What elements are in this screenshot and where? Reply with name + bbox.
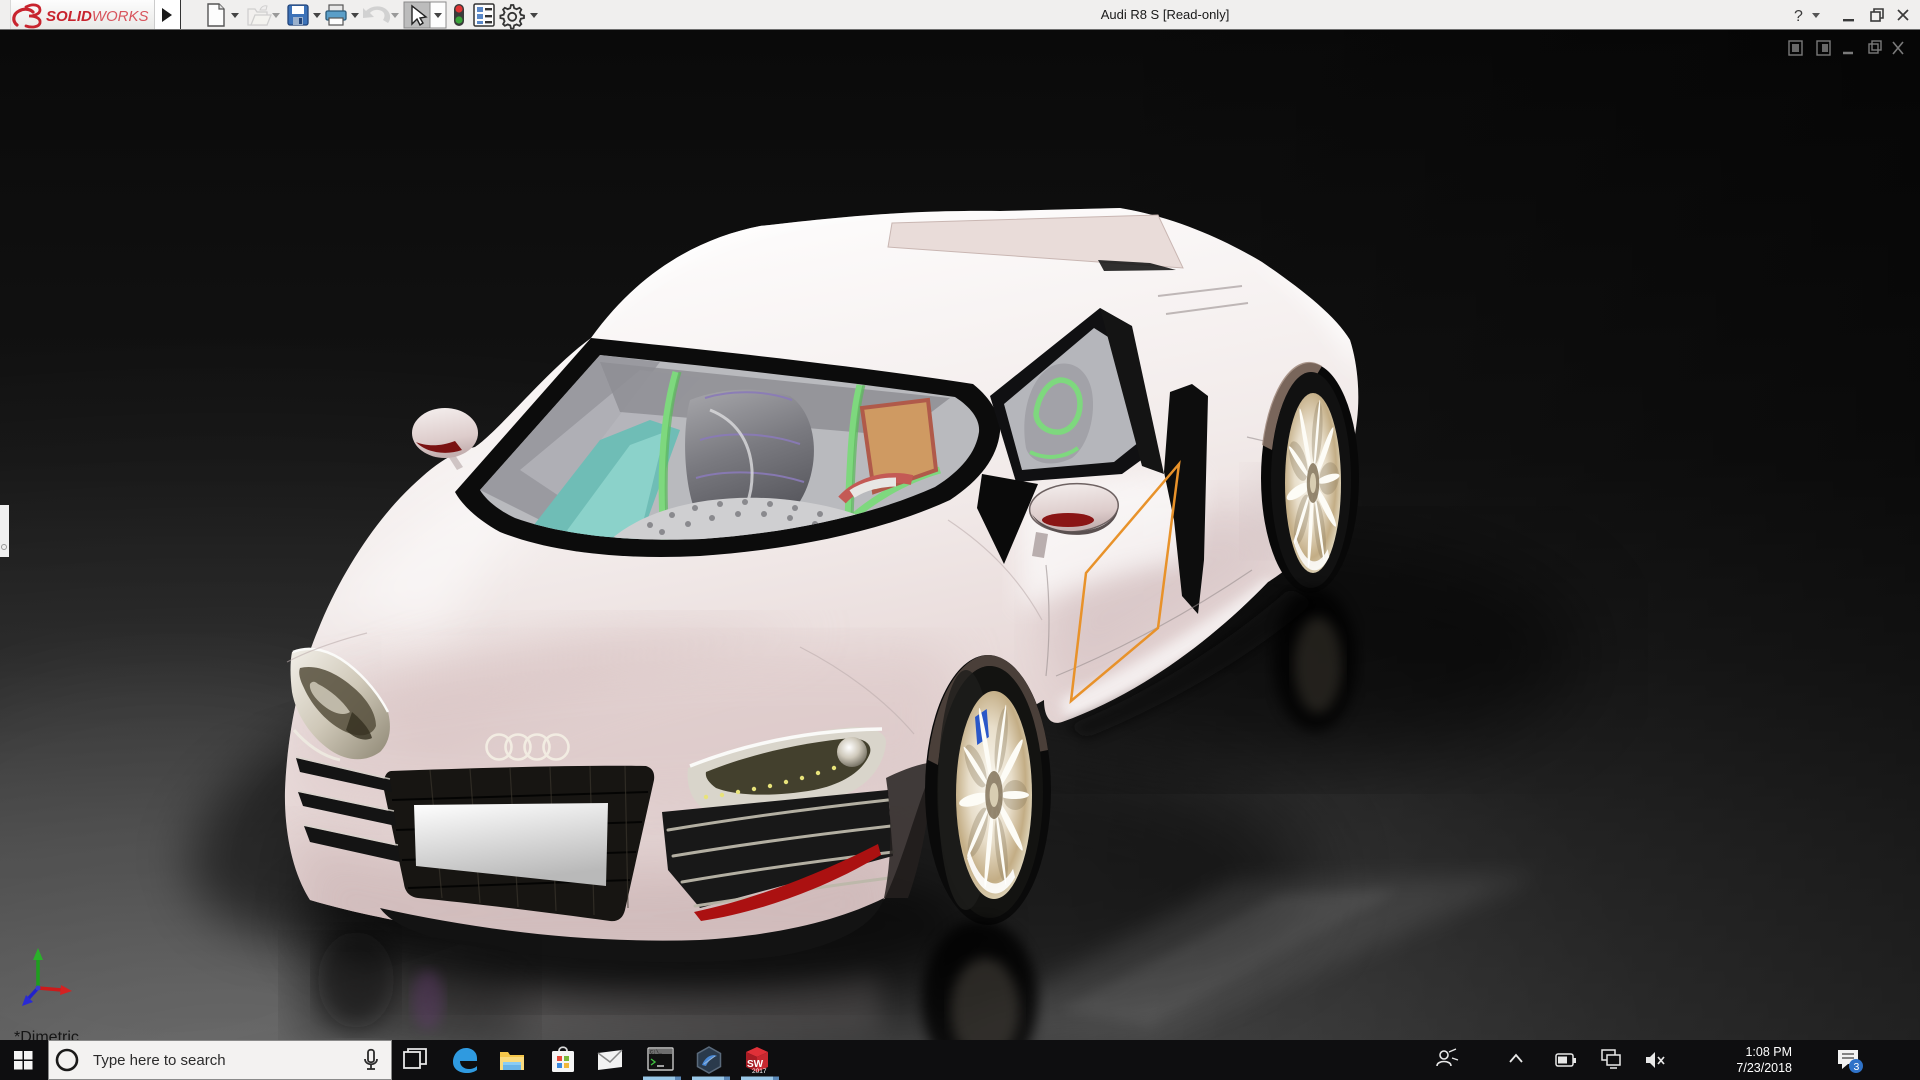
svg-text:C:\_: C:\_ xyxy=(650,1050,663,1056)
svg-text:?: ? xyxy=(1794,8,1803,25)
svg-text:2017: 2017 xyxy=(752,1068,767,1075)
svg-text:SOLIDWORKS: SOLIDWORKS xyxy=(46,8,149,25)
svg-text:3: 3 xyxy=(1854,1061,1860,1073)
